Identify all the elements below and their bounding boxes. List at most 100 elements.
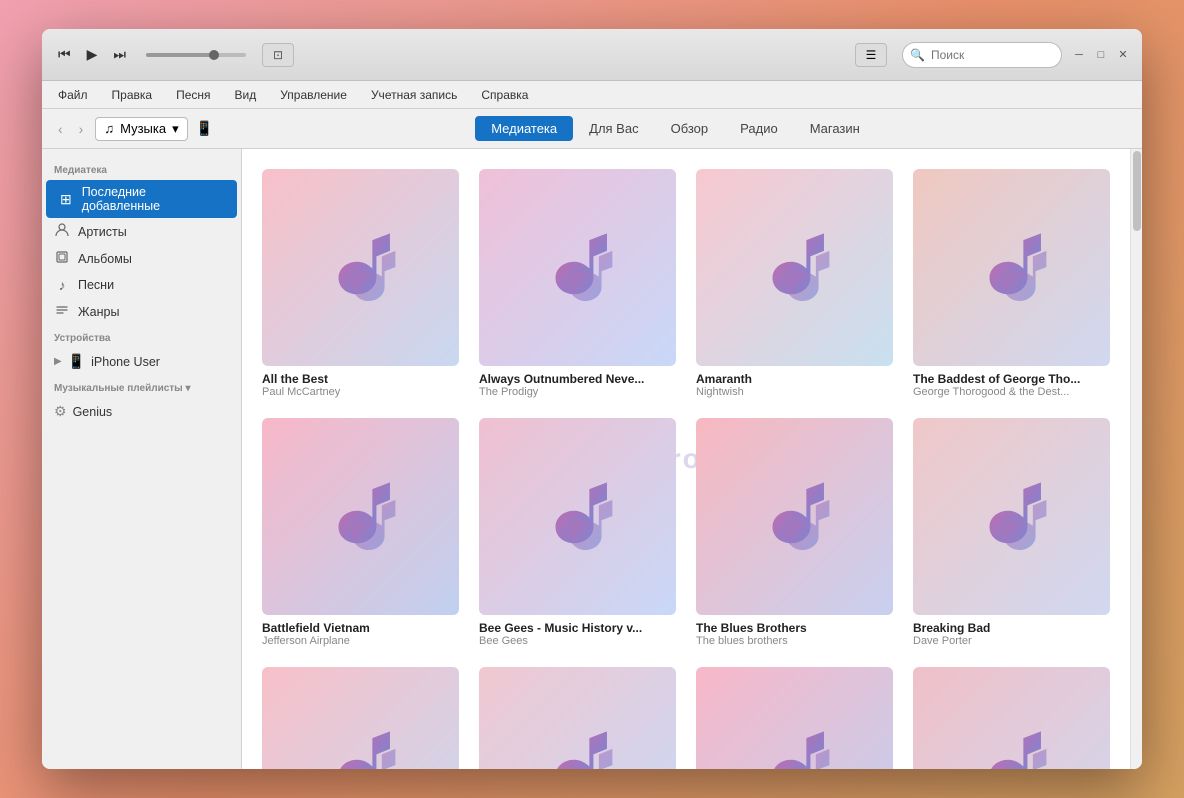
minimize-button[interactable]: ─	[1072, 48, 1086, 62]
list-view-button[interactable]: ☰	[855, 43, 887, 67]
album-artist: Paul McCartney	[262, 386, 459, 398]
menu-item-управление[interactable]: Управление	[276, 86, 351, 104]
artists-icon	[54, 223, 70, 240]
album-title: The Baddest of George Tho...	[913, 372, 1110, 386]
album-cover	[913, 418, 1110, 615]
menu-item-справка[interactable]: Справка	[477, 86, 532, 104]
album-title: The Blues Brothers	[696, 621, 893, 635]
menu-item-учетная запись[interactable]: Учетная запись	[367, 86, 461, 104]
sidebar-device-iphone[interactable]: ▶ 📱 iPhone User	[42, 348, 241, 375]
sidebar-library-label: Медиатека	[42, 157, 241, 180]
album-item[interactable]: Bee Gees - Music History v...Bee Gees	[479, 418, 676, 647]
main-window: ⏮ ▶ ⏭ ⊡ ☰ 🔍 ─ □ ✕ Файл Правка Песня Вид Упра…	[42, 29, 1142, 769]
search-bar: 🔍	[902, 42, 1062, 68]
album-item[interactable]: All the BestPaul McCartney	[262, 169, 459, 398]
scrollbar[interactable]	[1130, 149, 1142, 769]
sidebar-item-artists[interactable]: Артисты	[42, 218, 241, 245]
nav-back-button[interactable]: ‹	[54, 119, 67, 139]
album-artist: Jefferson Airplane	[262, 635, 459, 647]
sidebar-playlist-genius[interactable]: ⚙ Genius	[42, 398, 241, 425]
album-title: Amaranth	[696, 372, 893, 386]
album-artist: Bee Gees	[479, 635, 676, 647]
tab-для-вас[interactable]: Для Вас	[573, 116, 654, 141]
fastforward-button[interactable]: ⏭	[109, 44, 130, 65]
genius-icon: ⚙	[54, 403, 67, 420]
music-note-icon	[957, 711, 1065, 769]
album-item[interactable]: Always Outnumbered Neve...The Prodigy	[479, 169, 676, 398]
list-icon: ☰	[866, 48, 877, 62]
rewind-button[interactable]: ⏮	[54, 44, 75, 65]
menu-item-правка[interactable]: Правка	[108, 86, 157, 104]
album-artist: Dave Porter	[913, 635, 1110, 647]
main-area: Медиатека ⊞ Последние добавленные Артист…	[42, 149, 1142, 769]
music-note-icon	[523, 462, 631, 570]
location-label: Музыка	[120, 121, 166, 136]
sidebar-item-albums[interactable]: Альбомы	[42, 245, 241, 272]
album-artist: The blues brothers	[696, 635, 893, 647]
tab-bar: МедиатекаДля ВасОбзорРадиоМагазин	[221, 116, 1130, 141]
album-cover	[262, 667, 459, 769]
airplay-button[interactable]: ⊡	[262, 43, 294, 67]
album-cover	[913, 667, 1110, 769]
album-item[interactable]: AmaranthNightwish	[696, 169, 893, 398]
menu-item-песня[interactable]: Песня	[172, 86, 214, 104]
sidebar-recent-label: Последние добавленные	[82, 185, 225, 213]
album-cover	[479, 418, 676, 615]
tab-магазин[interactable]: Магазин	[794, 116, 876, 141]
titlebar: ⏮ ▶ ⏭ ⊡ ☰ 🔍 ─ □ ✕	[42, 29, 1142, 81]
album-item[interactable]: ...	[479, 667, 676, 769]
sidebar-genres-label: Жанры	[78, 305, 119, 319]
album-item[interactable]: ...	[696, 667, 893, 769]
album-item[interactable]: Breaking BadDave Porter	[913, 418, 1110, 647]
sidebar-item-songs[interactable]: ♪ Песни	[42, 272, 241, 298]
airplay-icon: ⊡	[273, 48, 283, 62]
window-controls: ─ □ ✕	[1072, 48, 1130, 62]
scrollbar-thumb[interactable]	[1133, 151, 1141, 231]
sidebar-albums-label: Альбомы	[78, 252, 132, 266]
progress-fill	[146, 53, 211, 57]
album-cover	[262, 418, 459, 615]
content-area: TheProse.ru All the BestPaul McCartneyAl…	[242, 149, 1130, 769]
sidebar-item-genres[interactable]: Жанры	[42, 298, 241, 325]
search-input[interactable]	[902, 42, 1062, 68]
music-note-icon	[523, 213, 631, 321]
album-item[interactable]: ...	[913, 667, 1110, 769]
tab-медиатека[interactable]: Медиатека	[475, 116, 573, 141]
genius-label: Genius	[73, 405, 113, 419]
maximize-button[interactable]: □	[1094, 48, 1108, 62]
tab-обзор[interactable]: Обзор	[655, 116, 725, 141]
sidebar-artists-label: Артисты	[78, 225, 127, 239]
progress-bar[interactable]	[146, 53, 246, 57]
album-cover	[696, 418, 893, 615]
album-item[interactable]: The Baddest of George Tho...George Thoro…	[913, 169, 1110, 398]
music-note-icon: ♫	[104, 121, 114, 136]
menubar: Файл Правка Песня Вид Управление Учетная запи…	[42, 81, 1142, 109]
menu-item-вид[interactable]: Вид	[231, 86, 261, 104]
album-cover	[696, 169, 893, 366]
sidebar-item-recent[interactable]: ⊞ Последние добавленные	[46, 180, 237, 218]
album-title: Breaking Bad	[913, 621, 1110, 635]
album-artist: The Prodigy	[479, 386, 676, 398]
music-note-icon	[740, 462, 848, 570]
album-item[interactable]: The Blues BrothersThe blues brothers	[696, 418, 893, 647]
album-title: Always Outnumbered Neve...	[479, 372, 676, 386]
songs-icon: ♪	[54, 277, 70, 293]
nav-forward-button[interactable]: ›	[75, 119, 88, 139]
location-selector[interactable]: ♫ Музыка ▾	[95, 117, 187, 141]
menu-item-файл[interactable]: Файл	[54, 86, 92, 104]
music-note-icon	[740, 711, 848, 769]
music-note-icon	[957, 213, 1065, 321]
music-note-icon	[523, 711, 631, 769]
device-icon[interactable]: 📱	[196, 120, 213, 137]
close-button[interactable]: ✕	[1116, 48, 1130, 62]
album-artist: Nightwish	[696, 386, 893, 398]
album-artist: George Thorogood & the Dest...	[913, 386, 1110, 398]
album-item[interactable]: Battlefield VietnamJefferson Airplane	[262, 418, 459, 647]
transport-controls: ⏮ ▶ ⏭ ⊡	[54, 43, 294, 67]
tab-радио[interactable]: Радио	[724, 116, 794, 141]
play-button[interactable]: ▶	[83, 44, 102, 65]
chevron-down-icon: ▾	[172, 121, 179, 137]
album-cover	[479, 169, 676, 366]
progress-thumb	[209, 50, 219, 60]
album-item[interactable]: ...	[262, 667, 459, 769]
